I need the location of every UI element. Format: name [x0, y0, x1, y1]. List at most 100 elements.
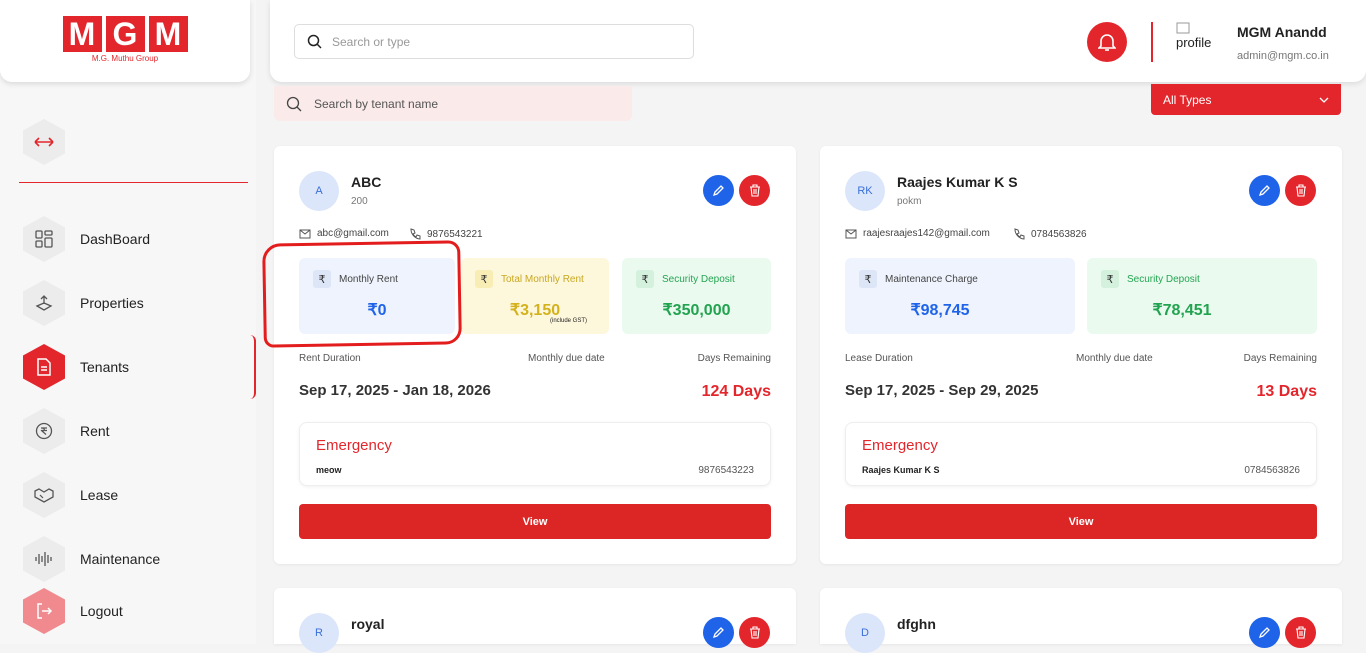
emergency-name: Raajes Kumar K S	[862, 465, 940, 475]
sidebar-item-label: DashBoard	[80, 231, 151, 247]
pencil-icon	[712, 627, 724, 639]
type-filter-select[interactable]: All Types	[1151, 84, 1341, 115]
emergency-contact: Emergency Raajes Kumar K S 0784563826	[845, 422, 1317, 486]
security-deposit-stat: ₹ Security Deposit ₹350,000	[622, 258, 771, 334]
stat-label: Total Monthly Rent	[501, 274, 584, 285]
trash-icon	[749, 626, 760, 639]
email-text: raajesraajes142@gmail.com	[863, 228, 990, 239]
gst-note: (include GST)	[549, 318, 587, 324]
tenant-avatar: A	[299, 171, 339, 211]
edit-button[interactable]	[703, 175, 734, 206]
notifications-button[interactable]	[1087, 22, 1127, 62]
emergency-phone: 9876543223	[698, 465, 754, 476]
phone-text: 0784563826	[1031, 228, 1087, 240]
tenant-name: dfghn	[897, 616, 936, 632]
stat-label: Maintenance Charge	[885, 274, 978, 285]
tenant-email: abc@gmail.com	[299, 228, 389, 239]
tenant-unit: pokm	[897, 196, 922, 207]
phone-icon	[1014, 228, 1025, 240]
tenant-search-input[interactable]: Search by tenant name	[274, 86, 632, 121]
sidebar-divider	[19, 182, 248, 183]
trash-icon	[1295, 626, 1306, 639]
sidebar-item-properties[interactable]: Properties	[23, 280, 253, 326]
rupee-icon: ₹	[859, 270, 877, 288]
avatar-alt-text: profile	[1176, 35, 1212, 50]
due-date-label: Monthly due date	[1076, 353, 1153, 364]
tenant-name: royal	[351, 616, 385, 632]
days-remaining: 13 Days	[1256, 383, 1318, 400]
tenant-card: R royal	[274, 588, 796, 653]
delete-button[interactable]	[739, 175, 770, 206]
edit-button[interactable]	[1249, 175, 1280, 206]
tenant-phone: 9876543221	[409, 228, 483, 240]
tenant-name: ABC	[351, 174, 382, 190]
waveform-icon	[23, 536, 65, 582]
logout-icon	[23, 588, 65, 634]
sidebar-item-maintenance[interactable]: Maintenance	[23, 536, 253, 582]
trash-icon	[749, 184, 760, 197]
top-bar: Search or type profile MGM Anandd admin@…	[270, 0, 1366, 82]
mail-icon	[845, 229, 857, 238]
delete-button[interactable]	[739, 617, 770, 648]
type-filter-value: All Types	[1163, 92, 1212, 107]
edit-button[interactable]	[1249, 617, 1280, 648]
sidebar-item-lease[interactable]: Lease	[23, 472, 253, 518]
brand-subtitle: M.G. Muthu Group	[91, 54, 159, 63]
delete-button[interactable]	[1285, 175, 1316, 206]
chevron-down-icon	[1319, 97, 1329, 103]
tenant-phone: 0784563826	[1013, 228, 1087, 240]
view-button[interactable]: View	[845, 504, 1317, 539]
maintenance-charge-stat: ₹ Maintenance Charge ₹98,745	[845, 258, 1075, 334]
rupee-icon: ₹	[475, 270, 493, 288]
phone-text: 9876543221	[427, 228, 483, 240]
active-nav-indicator	[250, 335, 256, 399]
sidebar: M G M M.G. Muthu Group DashBoard Propert…	[0, 0, 256, 644]
days-remaining-label: Days Remaining	[1243, 353, 1317, 364]
lease-dates: Sep 17, 2025 - Jan 18, 2026	[299, 382, 491, 399]
global-search-input[interactable]: Search or type	[294, 24, 694, 59]
view-button[interactable]: View	[299, 504, 771, 539]
emergency-contact: Emergency meow 9876543223	[299, 422, 771, 486]
sidebar-toggle-button[interactable]	[23, 119, 65, 165]
trash-icon	[1295, 184, 1306, 197]
expand-arrows-icon	[34, 137, 54, 147]
sidebar-item-logout[interactable]: Logout	[23, 588, 253, 634]
stat-value: ₹3,150	[509, 302, 561, 319]
rupee-circle-icon	[23, 408, 65, 454]
duration-label: Rent Duration	[299, 353, 361, 364]
stat-label: Security Deposit	[662, 274, 735, 285]
due-date-label: Monthly due date	[528, 353, 605, 364]
brand-logo[interactable]: M G M M.G. Muthu Group	[0, 0, 250, 82]
email-text: abc@gmail.com	[317, 228, 389, 239]
handshake-icon	[23, 472, 65, 518]
emergency-phone: 0784563826	[1244, 465, 1300, 476]
grid-icon	[23, 216, 65, 262]
logo-letter: M	[148, 16, 188, 52]
sidebar-item-label: Tenants	[80, 359, 130, 375]
sidebar-item-label: Rent	[80, 423, 110, 439]
emergency-name: meow	[316, 465, 342, 475]
lease-dates: Sep 17, 2025 - Sep 29, 2025	[845, 382, 1039, 399]
tenant-card: RK Raajes Kumar K S pokm raajesraajes142…	[820, 146, 1342, 564]
duration-label: Lease Duration	[845, 353, 913, 364]
stat-label: Security Deposit	[1127, 274, 1200, 285]
stat-value: ₹350,000	[662, 302, 731, 319]
bell-icon	[1098, 34, 1116, 51]
security-deposit-stat: ₹ Security Deposit ₹78,451	[1087, 258, 1317, 334]
sidebar-item-label: Logout	[80, 603, 123, 619]
tenant-avatar: R	[299, 613, 339, 653]
mail-icon	[299, 229, 311, 238]
tenant-unit: 200	[351, 196, 368, 207]
tenant-email: raajesraajes142@gmail.com	[845, 228, 990, 239]
days-remaining: 124 Days	[701, 383, 771, 400]
sidebar-item-rent[interactable]: Rent	[23, 408, 253, 454]
emergency-title: Emergency	[316, 437, 392, 454]
stat-value: ₹98,745	[910, 302, 970, 319]
delete-button[interactable]	[1285, 617, 1316, 648]
sidebar-item-dashboard[interactable]: DashBoard	[23, 216, 253, 262]
avatar[interactable]: profile	[1176, 22, 1220, 50]
edit-button[interactable]	[703, 617, 734, 648]
logo-letter: G	[105, 16, 145, 52]
search-icon	[286, 96, 302, 111]
sidebar-item-tenants[interactable]: Tenants	[23, 344, 253, 390]
